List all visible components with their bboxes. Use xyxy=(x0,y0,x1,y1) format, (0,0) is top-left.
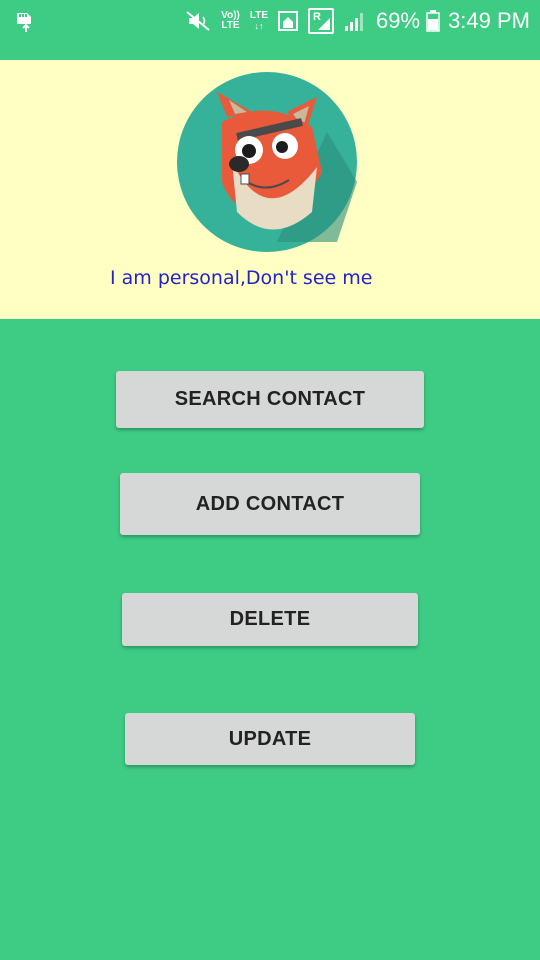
home-icon xyxy=(278,11,299,31)
volte-icon: Vo)) LTE xyxy=(221,11,240,31)
profile-header: I am personal,Don't see me xyxy=(0,60,540,319)
profile-tagline: I am personal,Don't see me xyxy=(110,267,373,289)
update-button[interactable]: UPDATE xyxy=(125,713,415,765)
search-contact-button[interactable]: SEARCH CONTACT xyxy=(116,371,424,428)
lte-data-icon: LTE ↓↑ xyxy=(249,10,269,32)
signal-icon xyxy=(345,13,364,31)
fox-avatar-icon xyxy=(177,72,357,252)
delete-button[interactable]: DELETE xyxy=(122,593,418,646)
add-contact-button[interactable]: ADD CONTACT xyxy=(120,473,420,535)
status-icons: Vo)) LTE LTE ↓↑ R 69% 3:49 PM xyxy=(185,6,530,36)
sd-card-upload-icon xyxy=(17,13,31,32)
volte-label-bottom: LTE xyxy=(221,20,240,31)
battery-icon xyxy=(426,10,440,32)
lte-label: LTE xyxy=(249,10,269,21)
battery-percent: 69% xyxy=(376,8,421,33)
roaming-signal-icon: R xyxy=(308,8,335,34)
clock: 3:49 PM xyxy=(448,8,530,33)
mute-icon xyxy=(186,11,210,31)
status-bar: Vo)) LTE LTE ↓↑ R 69% 3:49 PM xyxy=(0,0,540,60)
